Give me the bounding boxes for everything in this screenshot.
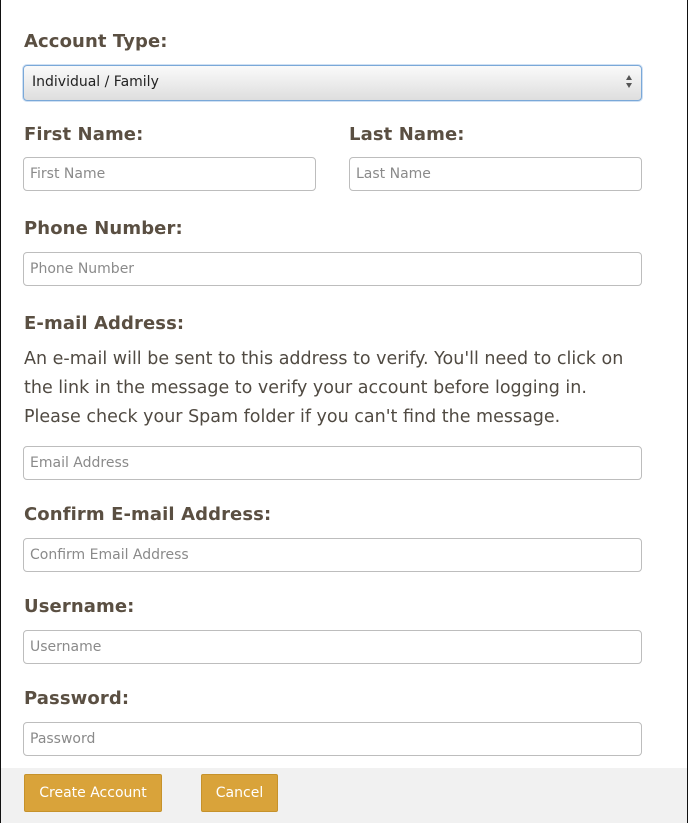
registration-form: Account Type: Individual / Family First …	[0, 0, 688, 823]
password-label: Password:	[24, 688, 130, 709]
password-input[interactable]	[23, 722, 642, 756]
last-name-label: Last Name:	[349, 124, 465, 145]
first-name-input[interactable]	[23, 157, 316, 191]
create-account-button[interactable]: Create Account	[24, 774, 162, 812]
account-type-label: Account Type:	[24, 31, 168, 52]
first-name-label: First Name:	[24, 124, 144, 145]
email-label: E-mail Address:	[24, 313, 185, 334]
account-type-value: Individual / Family	[32, 74, 159, 90]
select-arrows-icon	[626, 75, 633, 91]
phone-number-label: Phone Number:	[24, 218, 183, 239]
email-verification-note: An e-mail will be sent to this address t…	[24, 349, 624, 427]
confirm-email-label: Confirm E-mail Address:	[24, 504, 272, 525]
last-name-input[interactable]	[349, 157, 642, 191]
account-type-select[interactable]: Individual / Family	[23, 65, 642, 101]
email-input[interactable]	[23, 446, 642, 480]
username-label: Username:	[24, 596, 135, 617]
username-input[interactable]	[23, 630, 642, 664]
phone-number-input[interactable]	[23, 252, 642, 286]
cancel-button[interactable]: Cancel	[201, 774, 278, 812]
confirm-email-input[interactable]	[23, 538, 642, 572]
